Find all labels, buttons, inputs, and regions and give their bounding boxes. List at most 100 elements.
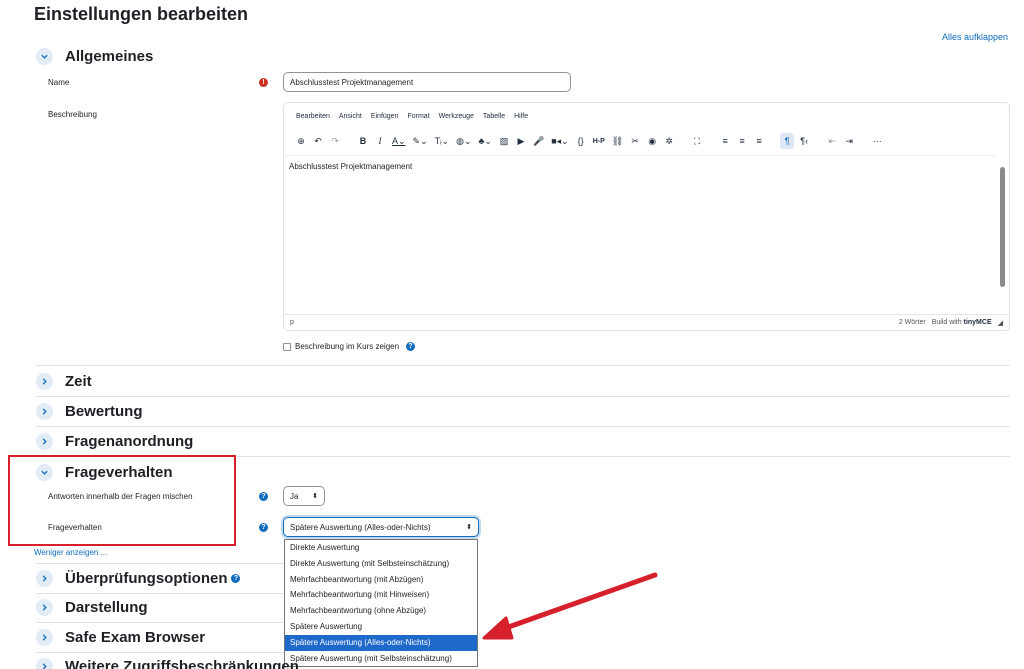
dropdown-option[interactable]: Direkte Auswertung <box>285 540 477 556</box>
highlight-color-icon[interactable]: ✎⌄ <box>411 133 430 149</box>
align-center-icon[interactable]: ≡ <box>735 133 749 149</box>
build-with-label: Build with tinyMCE <box>931 319 992 326</box>
section-title: Allgemeines <box>65 47 154 65</box>
chevron-right-icon <box>36 402 53 420</box>
fullscreen-icon[interactable]: ⛶ <box>690 133 704 149</box>
page-title: Einstellungen bearbeiten <box>34 4 249 24</box>
shuffle-select[interactable]: Ja ⬍ <box>283 486 325 506</box>
redo-icon[interactable]: ↷ <box>328 133 342 149</box>
menu-item-bearbeiten[interactable]: Bearbeiten <box>296 113 330 120</box>
dropdown-option-selected[interactable]: Spätere Auswertung (Alles-oder-Nichts) <box>285 634 477 651</box>
video-icon[interactable]: ■◂⌄ <box>549 133 571 149</box>
section-bewertung[interactable]: Bewertung <box>36 399 143 423</box>
help-icon[interactable]: ? <box>259 492 268 501</box>
section-allgemeines[interactable]: Allgemeines <box>36 44 153 68</box>
expand-all-link[interactable]: Alles aufklappen <box>942 32 1008 42</box>
rtl-icon[interactable]: ¶‹ <box>797 133 811 149</box>
dropdown-option[interactable]: Direkte Auswertung (mit Selbsteinschätzu… <box>285 556 477 572</box>
chevron-right-icon <box>36 372 53 390</box>
undo-icon[interactable]: ↶ <box>311 133 325 149</box>
highlight-box <box>8 455 236 546</box>
show-description-checkbox-row[interactable]: Beschreibung im Kurs zeigen ? <box>283 342 416 351</box>
align-left-icon[interactable]: ≡ <box>718 133 732 149</box>
text-color-icon[interactable]: A⌄ <box>390 133 408 149</box>
chevron-down-icon <box>36 47 53 65</box>
align-right-icon[interactable]: ≡ <box>752 133 766 149</box>
editor-menubar: Bearbeiten Ansicht Einfügen Format Werkz… <box>296 113 528 120</box>
menu-item-format[interactable]: Format <box>407 113 429 120</box>
editor-content[interactable]: Abschlusstest Projektmanagement <box>284 155 996 315</box>
menu-item-hilfe[interactable]: Hilfe <box>514 113 528 120</box>
unlink-icon[interactable]: ✂ <box>628 133 642 149</box>
tinymce-logo: tinyMCE <box>963 319 992 326</box>
media-icon[interactable]: ▶ <box>514 133 528 149</box>
chevron-right-icon <box>36 598 53 616</box>
section-ueberpruefungsoptionen[interactable]: Überprüfungsoptionen ? <box>36 566 241 590</box>
equation-icon[interactable]: {} <box>574 133 588 149</box>
accessibility-icon[interactable]: ✲ <box>662 133 676 149</box>
section-title: Überprüfungsoptionen <box>65 569 228 587</box>
dropdown-option[interactable]: Spätere Auswertung (mit Selbsteinschätzu… <box>285 651 477 667</box>
indent-icon[interactable]: ⇥ <box>842 133 856 149</box>
menu-item-ansicht[interactable]: Ansicht <box>339 113 362 120</box>
microphone-icon[interactable]: 🎤 <box>531 133 546 149</box>
dropdown-option[interactable]: Mehrfachbeantwortung (mit Hinweisen) <box>285 587 477 603</box>
behaviour-dropdown: Direkte Auswertung Direkte Auswertung (m… <box>284 539 478 667</box>
image-icon[interactable]: ▨ <box>497 133 511 149</box>
more-icon[interactable]: ⋯ <box>870 133 884 149</box>
select-caret-icon: ⬍ <box>466 524 472 531</box>
preview-icon[interactable]: ◉ <box>645 133 659 149</box>
section-safe-exam-browser[interactable]: Safe Exam Browser <box>36 625 205 649</box>
h5p-icon[interactable]: H-P <box>591 133 607 149</box>
add-block-icon[interactable]: ⊕ <box>294 133 308 149</box>
section-title: Safe Exam Browser <box>65 628 206 646</box>
name-label: Name <box>48 78 70 87</box>
name-input[interactable]: Abschlusstest Projektmanagement <box>283 72 571 92</box>
menu-item-einfuegen[interactable]: Einfügen <box>371 113 399 120</box>
shuffle-value: Ja <box>290 491 299 501</box>
section-title: Darstellung <box>65 598 148 616</box>
bold-icon[interactable]: B <box>356 133 370 149</box>
editor-statusbar: p 2 Wörter Build with tinyMCE ◢ <box>284 314 1009 330</box>
chevron-right-icon <box>36 569 53 587</box>
show-description-checkbox[interactable] <box>283 342 291 351</box>
italic-icon[interactable]: I <box>373 133 387 149</box>
menu-item-werkzeuge[interactable]: Werkzeuge <box>439 113 474 120</box>
select-caret-icon: ⬍ <box>312 493 318 500</box>
section-title: Zeit <box>65 372 92 390</box>
rich-text-editor: Bearbeiten Ansicht Einfügen Format Werkz… <box>283 102 1010 331</box>
behaviour-value: Spätere Auswertung (Alles-oder-Nichts) <box>290 522 431 532</box>
show-description-label: Beschreibung im Kurs zeigen <box>295 342 400 351</box>
help-icon[interactable]: ? <box>231 573 241 583</box>
show-less-link[interactable]: Weniger anzeigen ... <box>34 548 107 557</box>
required-icon: ! <box>259 78 268 87</box>
description-label: Beschreibung <box>48 110 97 119</box>
section-fragenanordnung[interactable]: Fragenanordnung <box>36 429 193 453</box>
font-size-icon[interactable]: Tᵢ⌄ <box>433 133 451 149</box>
link-icon[interactable]: ⛓ <box>610 133 625 149</box>
annotation-arrow-icon <box>482 572 658 640</box>
section-weitere-zugriffsbeschraenkungen[interactable]: Weitere Zugriffsbeschränkungen <box>36 654 299 669</box>
dropdown-option[interactable]: Spätere Auswertung <box>285 619 477 635</box>
section-title: Weitere Zugriffsbeschränkungen <box>65 657 299 669</box>
behaviour-select[interactable]: Spätere Auswertung (Alles-oder-Nichts) ⬍ <box>283 517 479 537</box>
resize-handle-icon[interactable]: ◢ <box>998 319 1003 327</box>
editor-scrollbar[interactable] <box>999 157 1007 315</box>
menu-item-tabelle[interactable]: Tabelle <box>483 113 505 120</box>
plugins-icon[interactable]: ♣⌄ <box>477 133 494 149</box>
help-icon[interactable]: ? <box>406 342 416 351</box>
dropdown-option[interactable]: Mehrfachbeantwortung (mit Abzügen) <box>285 572 477 588</box>
section-title: Fragenanordnung <box>65 432 194 450</box>
chevron-right-icon <box>36 657 53 669</box>
section-darstellung[interactable]: Darstellung <box>36 595 148 619</box>
ltr-icon[interactable]: ¶ <box>780 133 795 149</box>
language-icon[interactable]: ◍⌄ <box>454 133 473 149</box>
word-count: 2 Wörter <box>898 319 926 326</box>
editor-toolbar: ⊕ ↶ ↷ B I A⌄ ✎⌄ Tᵢ⌄ ◍⌄ ♣⌄ ▨ ▶ 🎤 ■◂⌄ {} H… <box>294 131 884 151</box>
dropdown-option[interactable]: Mehrfachbeantwortung (ohne Abzüge) <box>285 603 477 619</box>
chevron-right-icon <box>36 628 53 646</box>
outdent-icon[interactable]: ⇤ <box>825 133 839 149</box>
help-icon[interactable]: ? <box>259 523 268 532</box>
section-zeit[interactable]: Zeit <box>36 369 92 393</box>
chevron-right-icon <box>36 432 53 450</box>
